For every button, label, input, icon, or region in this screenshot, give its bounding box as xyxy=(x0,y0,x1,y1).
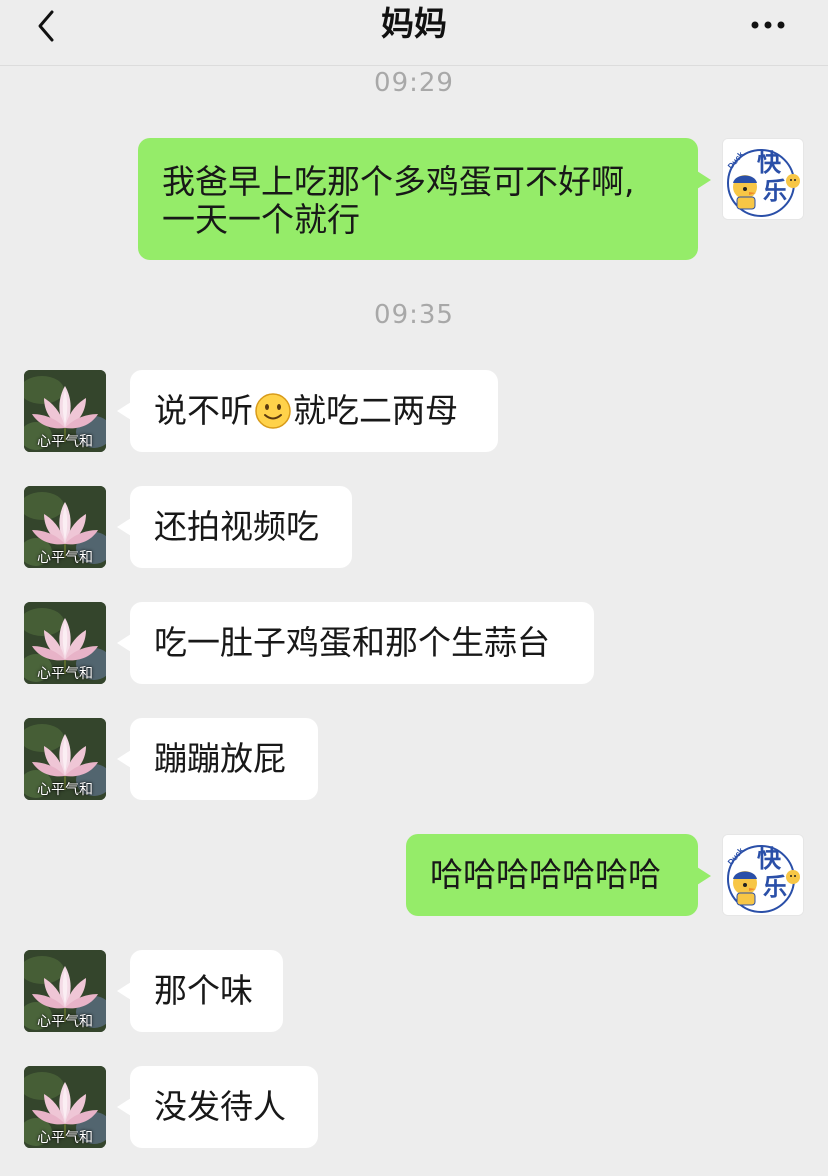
message-text: 哈哈哈哈哈哈哈 xyxy=(430,855,661,894)
contact-avatar[interactable]: 心平气和 xyxy=(24,718,106,800)
contact-avatar[interactable]: 心平气和 xyxy=(24,486,106,568)
avatar-caption: 心平气和 xyxy=(37,666,93,682)
self-avatar[interactable]: 快 乐 xyxy=(722,834,804,916)
more-options-icon[interactable] xyxy=(750,20,790,30)
message-bubble-incoming[interactable]: 那个味 xyxy=(117,950,283,1032)
message-text: 那个味 xyxy=(154,971,253,1010)
timestamp: 09:29 xyxy=(374,68,454,98)
avatar-caption: 心平气和 xyxy=(37,1014,93,1030)
message-bubble-incoming[interactable]: 蹦蹦放屁 xyxy=(117,718,318,800)
chat-title: 妈妈 xyxy=(381,4,447,43)
avatar-caption: 心平气和 xyxy=(37,550,93,566)
avatar-text: 乐 xyxy=(763,873,787,901)
message-bubble-outgoing[interactable]: 哈哈哈哈哈哈哈 xyxy=(406,834,711,916)
message-bubble-incoming[interactable]: 说不听 就吃二两母 xyxy=(117,370,498,452)
message-bubble-incoming[interactable]: 没发待人 xyxy=(117,1066,318,1148)
message-text: 就吃二两母 xyxy=(293,391,458,430)
timestamp: 09:35 xyxy=(374,300,454,330)
contact-avatar[interactable]: 心平气和 xyxy=(24,950,106,1032)
message-bubble-incoming[interactable]: 吃一肚子鸡蛋和那个生蒜台 xyxy=(117,602,594,684)
message-bubble-outgoing[interactable]: 我爸早上吃那个多鸡蛋可不好啊, 一天一个就行 xyxy=(138,138,711,260)
avatar-caption: 心平气和 xyxy=(37,1130,93,1146)
message-text-line: 一天一个就行 xyxy=(162,200,360,239)
avatar-caption: 心平气和 xyxy=(37,782,93,798)
message-bubble-incoming[interactable]: 还拍视频吃 xyxy=(117,486,352,568)
message-text: 蹦蹦放屁 xyxy=(154,739,286,778)
message-text: 吃一肚子鸡蛋和那个生蒜台 xyxy=(154,623,550,662)
avatar-text: 乐 xyxy=(763,177,787,205)
self-avatar[interactable]: 快 乐 xyxy=(722,138,804,220)
smiling-face-emoji-icon xyxy=(255,393,291,429)
message-text-line: 我爸早上吃那个多鸡蛋可不好啊, xyxy=(162,162,635,201)
contact-avatar[interactable]: 心平气和 xyxy=(24,370,106,452)
contact-avatar[interactable]: 心平气和 xyxy=(24,602,106,684)
avatar-caption: 心平气和 xyxy=(37,434,93,450)
message-text: 说不听 xyxy=(154,391,253,430)
chat-header: 妈妈 xyxy=(0,0,828,66)
message-text: 还拍视频吃 xyxy=(154,507,319,546)
contact-avatar[interactable]: 心平气和 xyxy=(24,1066,106,1148)
message-text: 没发待人 xyxy=(154,1087,286,1126)
